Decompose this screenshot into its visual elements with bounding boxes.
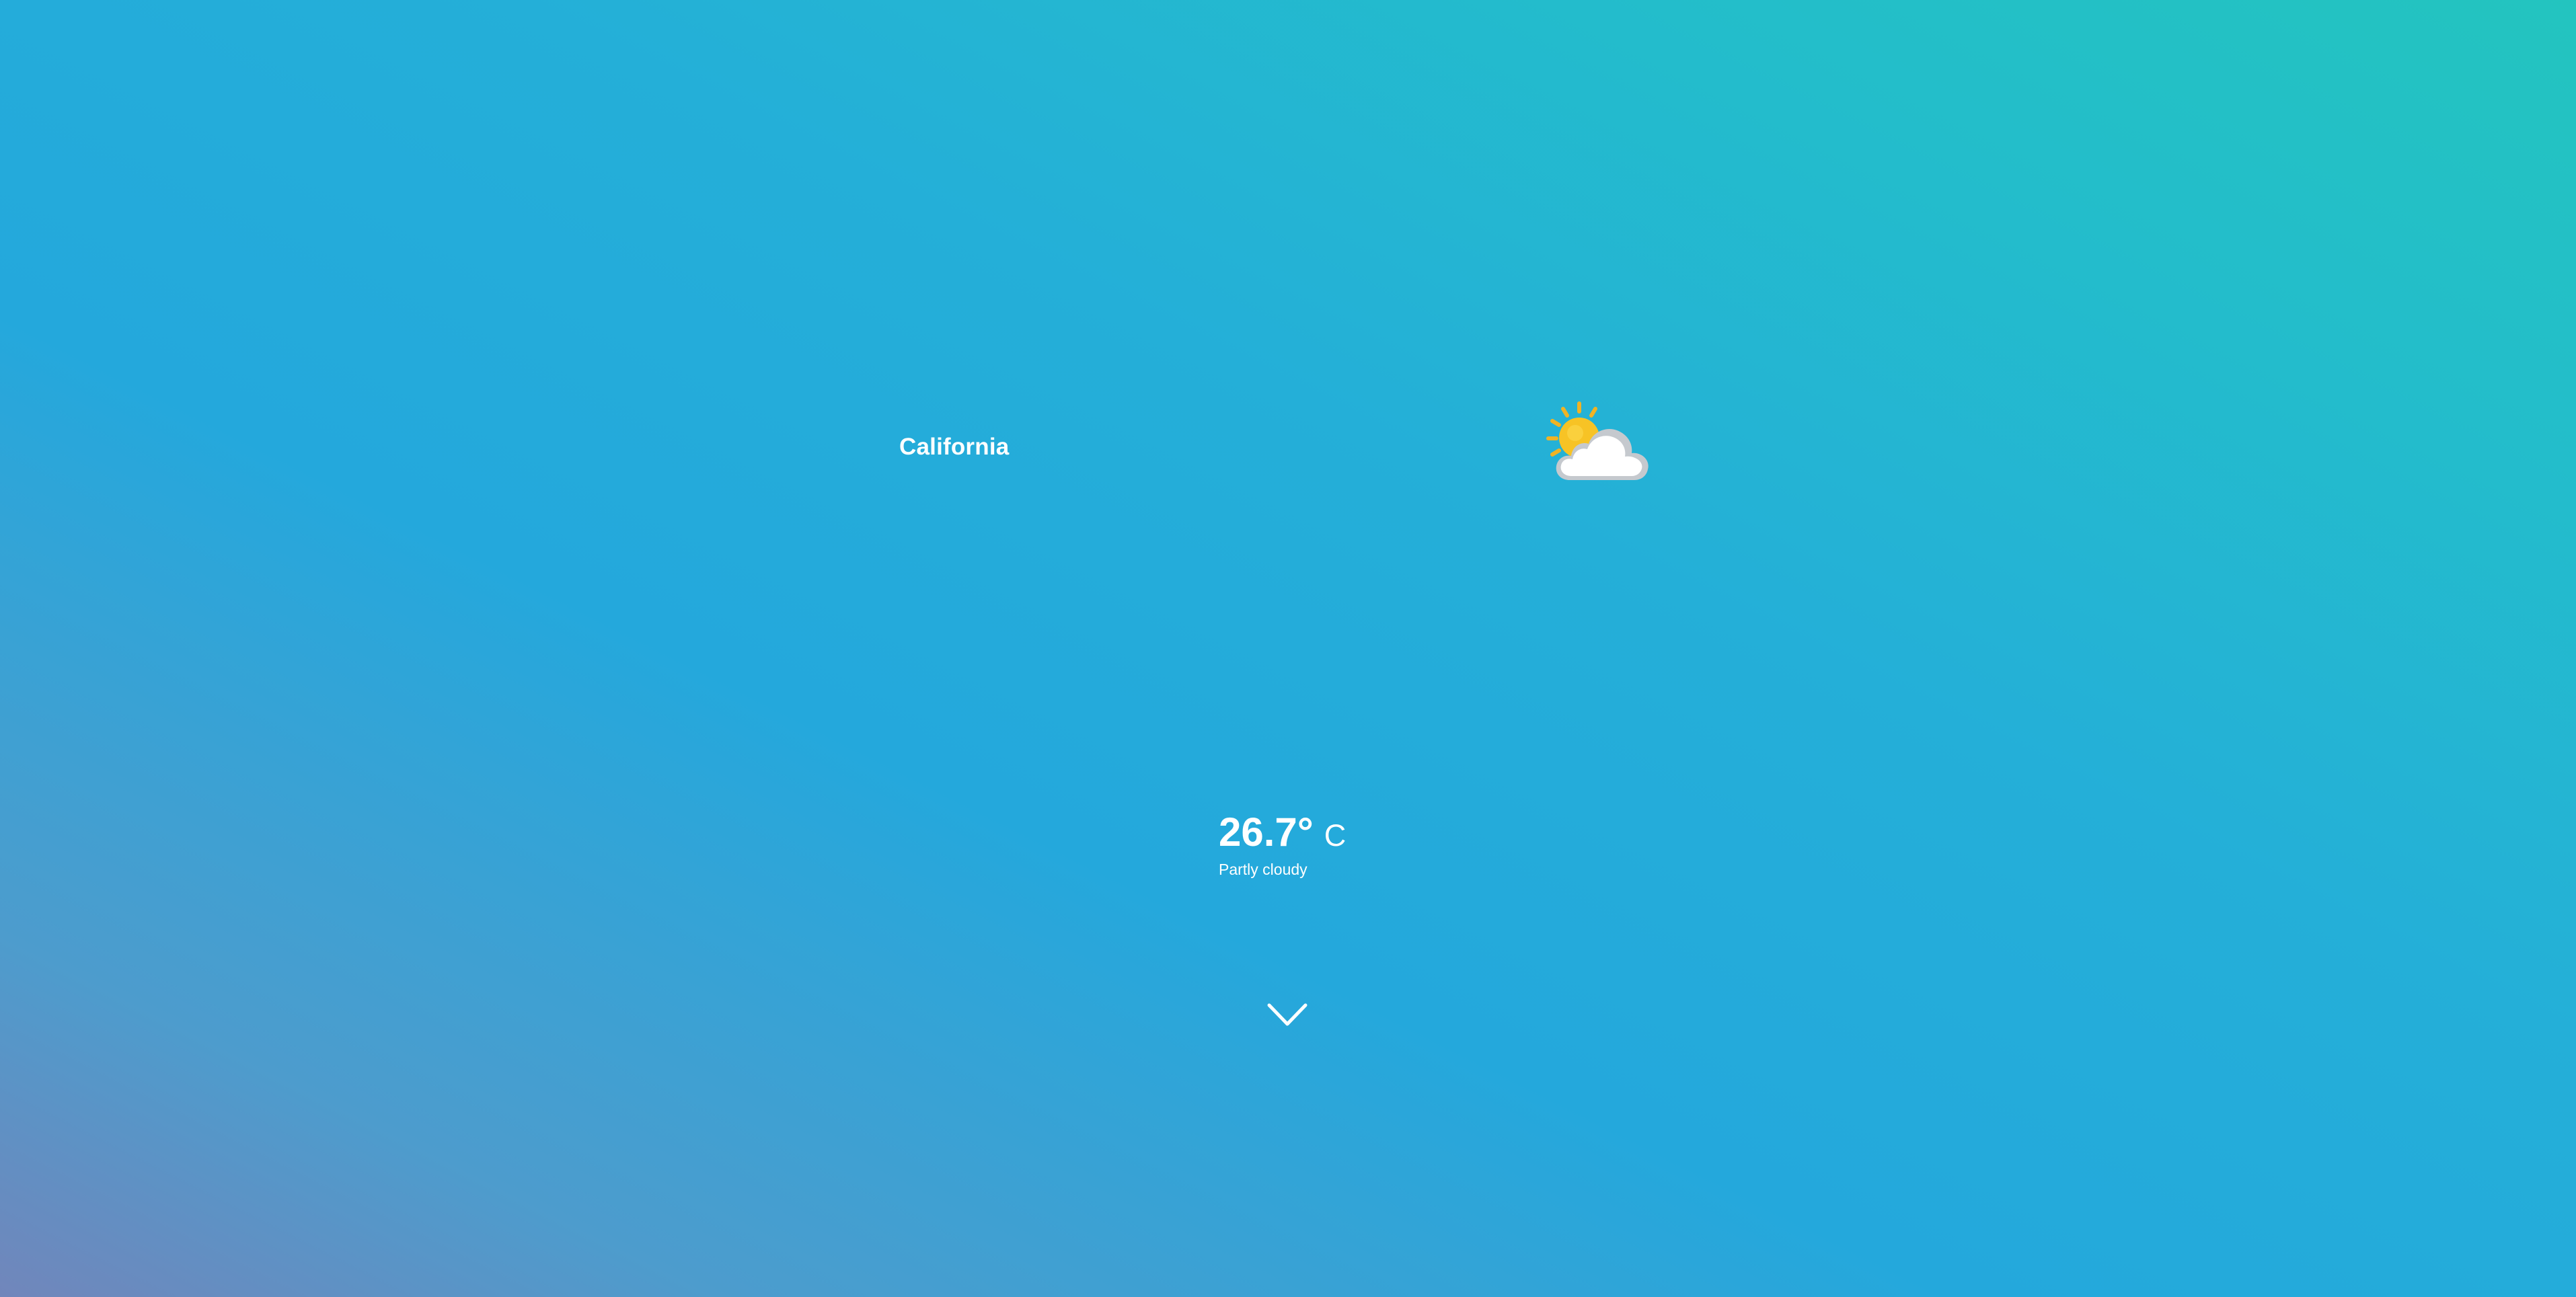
temperature-unit: C xyxy=(1324,818,1347,853)
current-weather: 26.7° C Partly cloudy xyxy=(1219,812,1346,879)
location-name: California xyxy=(899,434,1010,460)
partly-cloudy-icon xyxy=(1540,401,1658,488)
weather-condition: Partly cloudy xyxy=(1219,861,1308,878)
chevron-down-icon xyxy=(1267,1003,1308,1026)
temperature-value: 26.7° xyxy=(1219,810,1314,855)
scroll-down-button[interactable] xyxy=(1267,1002,1308,1029)
